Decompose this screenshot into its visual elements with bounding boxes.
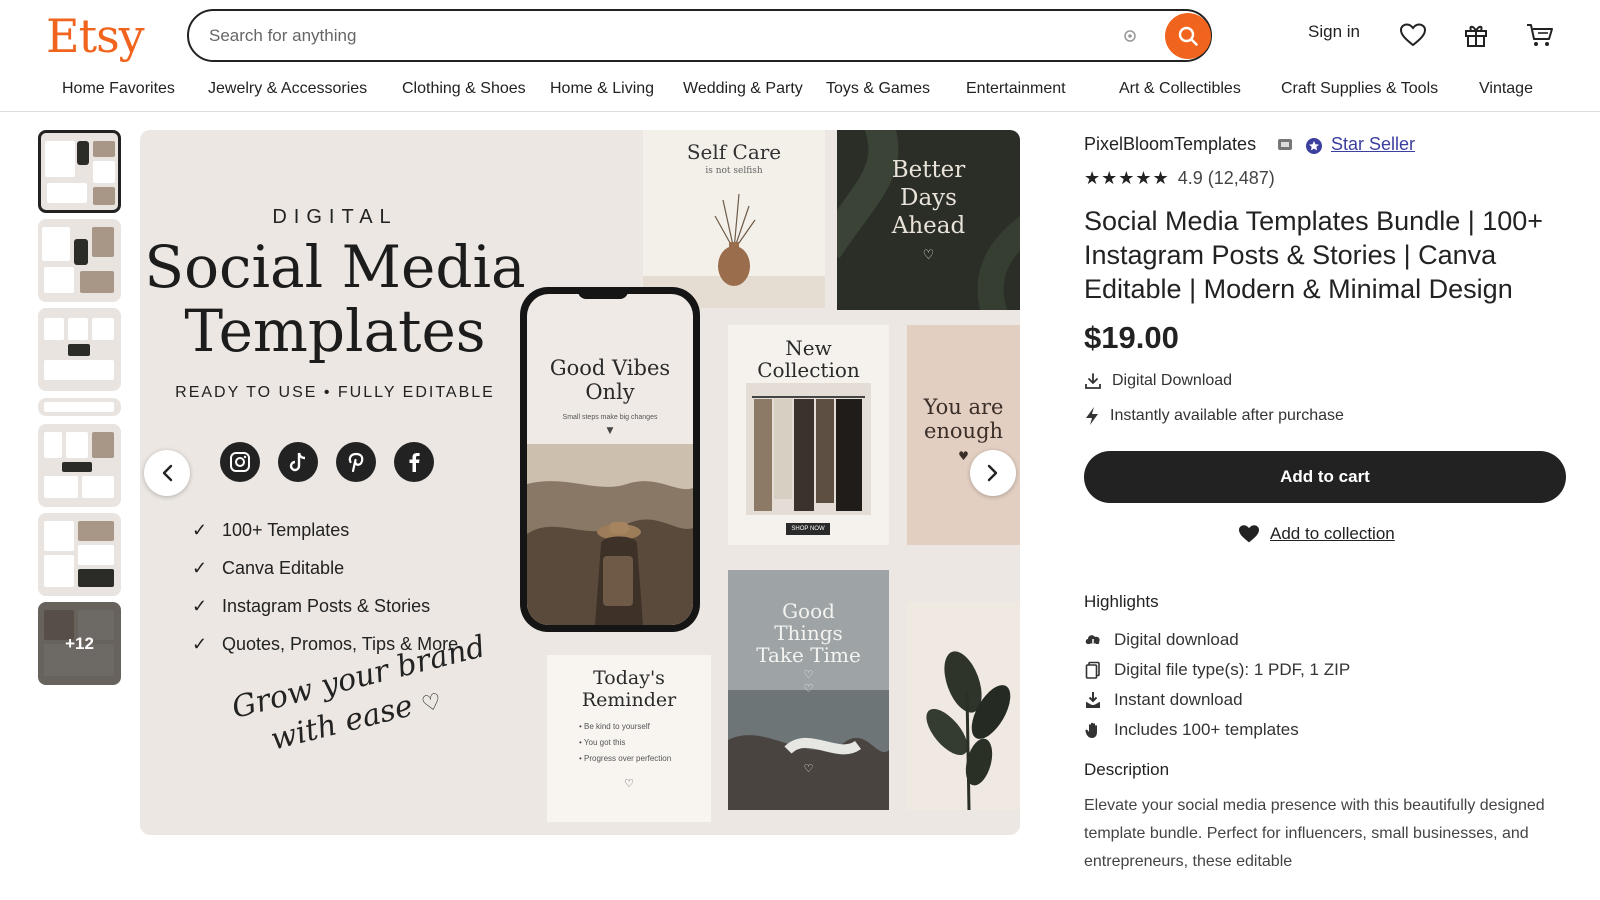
tiktok-icon xyxy=(278,442,318,482)
search-button[interactable] xyxy=(1165,13,1211,59)
template-card-todays-reminder: Today's Reminder • Be kind to yourself •… xyxy=(547,655,711,822)
add-to-cart-button[interactable]: Add to cart xyxy=(1084,451,1566,503)
nav-wedding-party[interactable]: Wedding & Party xyxy=(683,80,803,98)
search-input[interactable] xyxy=(207,21,1067,51)
hero-title: Social Media Templates xyxy=(144,233,526,365)
download-hand-icon xyxy=(1086,692,1100,708)
gallery-thumbnail[interactable] xyxy=(38,130,121,213)
camera-search-icon[interactable] xyxy=(1119,25,1141,47)
product-price: $19.00 xyxy=(1084,320,1179,355)
highlight-item: Instant download xyxy=(1084,690,1243,710)
star-seller-link[interactable]: Star Seller xyxy=(1331,134,1415,155)
gallery-thumbnail[interactable] xyxy=(38,513,121,596)
previous-image-button[interactable] xyxy=(144,450,190,496)
nav-home-favorites[interactable]: Home Favorites xyxy=(62,80,175,98)
highlight-item: Includes 100+ templates xyxy=(1084,720,1299,740)
nav-vintage[interactable]: Vintage xyxy=(1479,80,1533,98)
heart-outline-icon: ♡ xyxy=(922,248,935,263)
gallery-thumbnail-more[interactable]: +12 xyxy=(38,602,121,685)
gift-icon[interactable] xyxy=(1461,20,1491,50)
product-title: Social Media Templates Bundle | 100+ Ins… xyxy=(1084,206,1544,304)
check-icon: ✓ xyxy=(192,520,208,540)
template-card-self-care: Self Care is not selfish xyxy=(643,130,825,308)
check-icon: ✓ xyxy=(192,558,208,578)
phone-mockup: Good Vibes Only Small steps make big cha… xyxy=(520,287,700,632)
highlight-item: Digital download xyxy=(1084,630,1239,650)
nav-entertainment[interactable]: Entertainment xyxy=(966,80,1066,98)
favorites-heart-icon[interactable] xyxy=(1398,20,1428,50)
description-text: Elevate your social media presence with … xyxy=(1084,797,1545,870)
feature-item: ✓ 100+ Templates xyxy=(192,520,350,540)
hand-icon xyxy=(1085,722,1097,738)
gallery-thumbnail[interactable] xyxy=(38,308,121,391)
gallery-thumbnail[interactable] xyxy=(38,424,121,507)
facebook-icon xyxy=(394,442,434,482)
file-icon xyxy=(1085,661,1100,679)
instant-availability-info: Instantly available after purchase xyxy=(1084,406,1344,426)
template-card-you-are-enough: You are enough ♥ xyxy=(907,325,1020,545)
nav-craft-supplies[interactable]: Craft Supplies & Tools xyxy=(1281,80,1438,98)
gallery-thumbnail[interactable] xyxy=(38,219,121,302)
check-icon: ✓ xyxy=(192,634,208,654)
sign-in-link[interactable]: Sign in xyxy=(1308,22,1360,42)
digital-download-info: Digital Download xyxy=(1084,372,1232,390)
template-card-new-collection: New Collection SHOP NOW xyxy=(728,325,889,545)
lightning-icon xyxy=(1086,407,1098,425)
highlights-heading: Highlights xyxy=(1084,592,1159,611)
nav-jewelry-accessories[interactable]: Jewelry & Accessories xyxy=(208,80,367,98)
feature-item: ✓ Canva Editable xyxy=(192,558,345,578)
nav-art-collectibles[interactable]: Art & Collectibles xyxy=(1119,80,1241,98)
description-heading: Description xyxy=(1084,760,1170,779)
shop-now-badge: SHOP NOW xyxy=(786,523,830,535)
star-seller-badge-icon xyxy=(1305,137,1323,160)
shop-store-icon xyxy=(1277,136,1293,157)
download-icon xyxy=(1085,373,1101,389)
pinterest-icon xyxy=(336,442,376,482)
check-icon: ✓ xyxy=(192,596,208,616)
star-rating-icon: ★★★★★ xyxy=(1084,168,1170,188)
next-image-button[interactable] xyxy=(970,450,1016,496)
template-card-better-days: Better Days Ahead ♡ xyxy=(837,130,1020,310)
heart-outline-icon: ♡ xyxy=(419,689,445,719)
nav-home-living[interactable]: Home & Living xyxy=(550,80,654,98)
search-bar xyxy=(187,9,1212,62)
highlight-item: Digital file type(s): 1 PDF, 1 ZIP xyxy=(1084,660,1350,680)
heart-icon xyxy=(1239,525,1259,543)
feature-item: ✓ Instagram Posts & Stories xyxy=(192,596,431,616)
cloud-download-icon xyxy=(1085,635,1100,648)
gallery-thumbnail[interactable] xyxy=(38,398,121,416)
shop-name-link[interactable]: PixelBloomTemplates xyxy=(1084,134,1256,155)
more-images-count: +12 xyxy=(38,602,121,685)
shop-rating[interactable]: ★★★★★ 4.9 (12,487) xyxy=(1084,168,1275,189)
template-card-plant xyxy=(907,602,1020,810)
chevron-left-icon xyxy=(162,464,173,482)
add-to-collection-button[interactable]: Add to collection xyxy=(1238,524,1395,544)
social-icons xyxy=(220,442,450,482)
template-card-good-things: Good Things Take Time ♡ ♡ ♡ xyxy=(728,570,889,810)
category-nav: Home Favorites Jewelry & Accessories Clo… xyxy=(0,72,1600,112)
nav-clothing-shoes[interactable]: Clothing & Shoes xyxy=(402,80,526,98)
main-product-image: DIGITAL Social Media Templates READY TO … xyxy=(140,130,1020,835)
search-icon xyxy=(1178,26,1198,46)
chevron-right-icon xyxy=(987,464,998,482)
hero-digital-label: DIGITAL xyxy=(272,206,398,228)
etsy-logo[interactable]: Etsy xyxy=(46,10,145,62)
instagram-icon xyxy=(220,442,260,482)
hero-subtitle: READY TO USE • FULLY EDITABLE xyxy=(175,384,495,401)
cart-icon[interactable] xyxy=(1525,20,1555,50)
nav-toys-games[interactable]: Toys & Games xyxy=(826,80,930,98)
